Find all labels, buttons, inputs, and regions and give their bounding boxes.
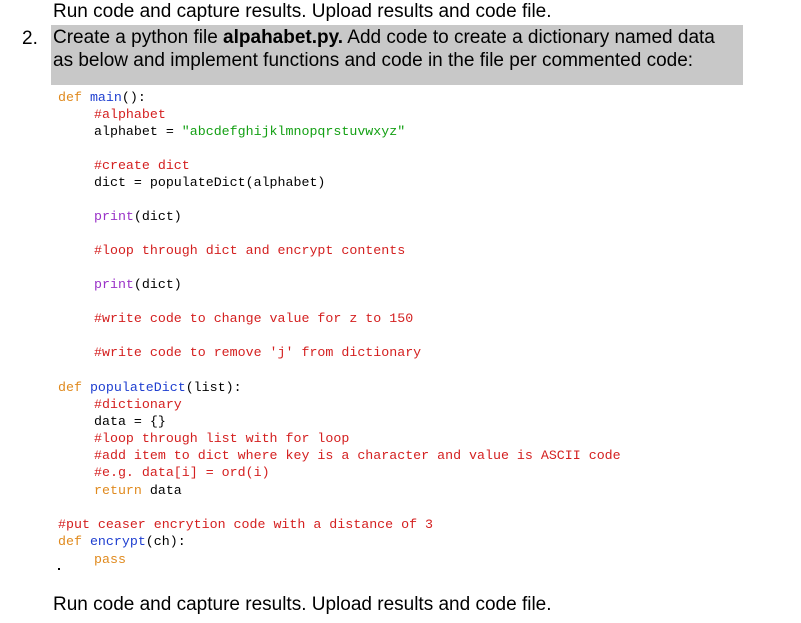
code-comment: #write code to change value for z to 150: [94, 311, 414, 326]
code-comment: #loop through dict and encrypt contents: [94, 243, 406, 258]
function-name: encrypt: [89, 534, 146, 549]
function-name: main: [89, 90, 122, 105]
code-text: (dict): [133, 209, 182, 224]
code-comment: #put ceaser encrytion code with a distan…: [58, 517, 434, 532]
code-line-3: alphabet = "abcdefghijklmnopqrstuvwxyz": [94, 123, 405, 140]
pass-keyword: pass: [94, 552, 126, 567]
code-line-13: data = {}: [94, 414, 166, 429]
code-comment: #create dict: [94, 158, 190, 173]
code-text: data: [141, 483, 182, 498]
code-text: alphabet =: [94, 124, 182, 139]
code-text: (dict): [133, 277, 182, 292]
code-line-17: return data: [94, 482, 182, 499]
code-line-8: print(dict): [94, 276, 182, 293]
task-text-a: Create a python file: [53, 27, 224, 48]
code-text: ():: [121, 90, 146, 105]
def-keyword: def: [58, 380, 82, 395]
task-filename: alpahabet.py.: [223, 27, 344, 48]
top-instruction: Run code and capture results. Upload res…: [53, 1, 552, 22]
def-keyword: def: [58, 534, 82, 549]
task-instruction-line-1: Create a python file alpahabet.py. Add c…: [53, 27, 715, 49]
code-text: (list):: [185, 380, 242, 395]
code-comment: #add item to dict where key is a charact…: [94, 448, 621, 463]
code-comment: #write code to remove 'j' from dictionar…: [94, 345, 422, 360]
code-text: (ch):: [145, 534, 186, 549]
def-keyword: def: [58, 90, 82, 105]
task-instruction-line-2: as below and implement functions and cod…: [53, 50, 694, 71]
builtin-print: print: [94, 277, 134, 292]
string-literal: "abcdefghijklmnopqrstuvwxyz": [181, 124, 406, 139]
code-line-11: def populateDict(list):: [58, 379, 242, 396]
task-number: 2.: [22, 28, 38, 49]
task-text-b: Add code to create a dictionary named da…: [343, 27, 715, 48]
code-line-5: dict = populateDict(alphabet): [94, 175, 326, 190]
code-comment: #alphabet: [94, 107, 166, 122]
code-line-6: print(dict): [94, 208, 182, 225]
builtin-print: print: [94, 209, 134, 224]
code-comment: #dictionary: [94, 397, 182, 412]
return-keyword: return: [94, 483, 142, 498]
code-comment: #loop through list with for loop: [94, 431, 350, 446]
code-comment: #e.g. data[i] = ord(i): [94, 465, 270, 480]
code-line-1: def main():: [58, 89, 146, 106]
code-line-19: def encrypt(ch):: [58, 533, 186, 550]
stray-dot: [58, 568, 60, 570]
function-name: populateDict: [89, 380, 186, 395]
bottom-instruction: Run code and capture results. Upload res…: [53, 594, 552, 615]
